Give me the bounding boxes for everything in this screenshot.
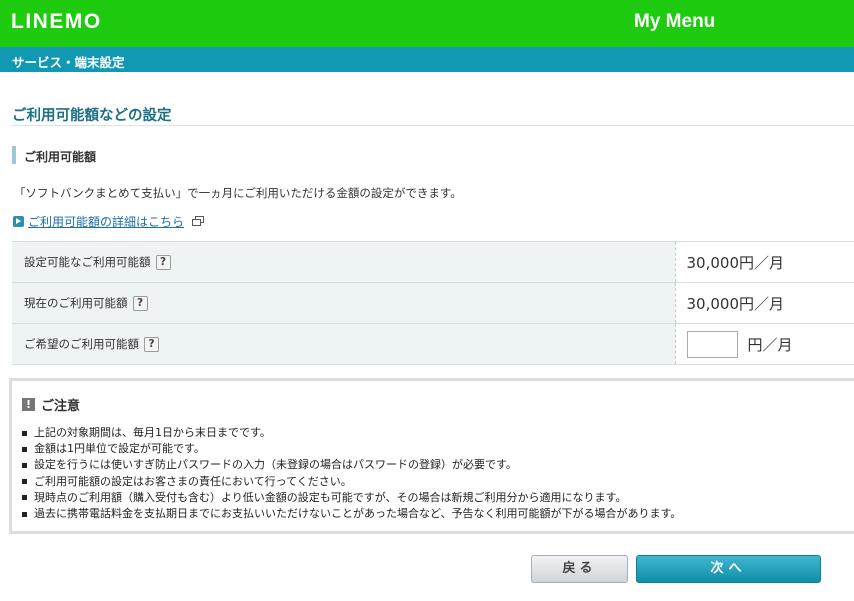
bullet-icon	[22, 511, 27, 517]
section-description: 「ソフトバンクまとめて支払い」で一ヵ月にご利用いただける金額の設定ができます。	[14, 186, 462, 200]
bullet-icon	[22, 446, 27, 452]
external-window-icon	[192, 216, 205, 226]
sub-header-bar: サービス・端末設定	[0, 47, 854, 72]
list-item: 設定を行うには使いすぎ防止パスワードの入力（未登録の場合はパスワードの登録）が必…	[22, 457, 681, 473]
current-limit-label: 現在のご利用可能額	[24, 296, 128, 310]
next-button[interactable]: 次へ	[636, 555, 821, 583]
row-label-cell: ご希望のご利用可能額?	[12, 323, 675, 365]
top-header-bar: LINEMO My Menu	[0, 0, 854, 47]
desired-limit-cell: 円／月	[674, 323, 854, 365]
warning-icon: !	[22, 398, 35, 411]
table-row: ご希望のご利用可能額? 円／月	[12, 323, 854, 365]
row-label-cell: 設定可能なご利用可能額?	[12, 241, 675, 283]
back-button[interactable]: 戻る	[531, 555, 628, 583]
bullet-icon	[22, 430, 27, 436]
desired-limit-label: ご希望のご利用可能額	[24, 337, 139, 351]
list-item: 金額は1円単位で設定が可能です。	[22, 441, 681, 457]
settable-limit-value: 30,000円／月	[674, 241, 854, 283]
table-row: 設定可能なご利用可能額? 30,000円／月	[12, 241, 854, 283]
bullet-icon	[22, 479, 27, 485]
bullet-icon	[22, 495, 27, 501]
current-limit-value: 30,000円／月	[674, 282, 854, 324]
help-icon[interactable]: ?	[144, 337, 159, 352]
yen-per-month-unit: 円／月	[747, 335, 793, 354]
detail-link[interactable]: ご利用可能額の詳細はこちら	[13, 213, 205, 230]
linemo-logo[interactable]: LINEMO	[11, 10, 102, 34]
title-divider	[12, 125, 854, 126]
notice-title: ご注意	[41, 399, 81, 414]
section-accent-bar	[12, 146, 16, 164]
help-icon[interactable]: ?	[155, 255, 171, 270]
desired-amount-input[interactable]	[686, 330, 738, 358]
detail-link-text[interactable]: ご利用可能額の詳細はこちら	[28, 213, 184, 230]
section-title: ご利用可能額	[24, 150, 97, 164]
link-arrow-icon	[13, 215, 24, 227]
my-menu-title: My Menu	[634, 11, 716, 32]
page-title: ご利用可能額などの設定	[12, 108, 172, 124]
list-item: 過去に携帯電話料金を支払期日までにお支払いいただけないことがあった場合など、予告…	[22, 506, 681, 522]
usage-limit-table: 設定可能なご利用可能額? 30,000円／月 現在のご利用可能額? 30,000…	[12, 241, 854, 365]
notice-box: ! ご注意 上記の対象期間は、毎月1日から末日までです。 金額は1円単位で設定が…	[9, 378, 854, 534]
bullet-icon	[22, 463, 27, 468]
table-row: 現在のご利用可能額? 30,000円／月	[12, 282, 854, 324]
row-label-cell: 現在のご利用可能額?	[12, 282, 675, 324]
list-item: ご利用可能額の設定はお客さまの責任において行ってください。	[22, 474, 681, 490]
list-item: 現時点のご利用額（購入受付も含む）より低い金額の設定も可能ですが、その場合は新規…	[22, 490, 681, 506]
list-item: 上記の対象期間は、毎月1日から末日までです。	[22, 425, 681, 441]
notice-header: ! ご注意	[22, 395, 80, 414]
settable-limit-label: 設定可能なご利用可能額	[24, 255, 151, 269]
help-icon[interactable]: ?	[132, 296, 148, 311]
notice-list: 上記の対象期間は、毎月1日から末日までです。 金額は1円単位で設定が可能です。 …	[22, 425, 681, 522]
service-settings-title: サービス・端末設定	[12, 55, 125, 70]
